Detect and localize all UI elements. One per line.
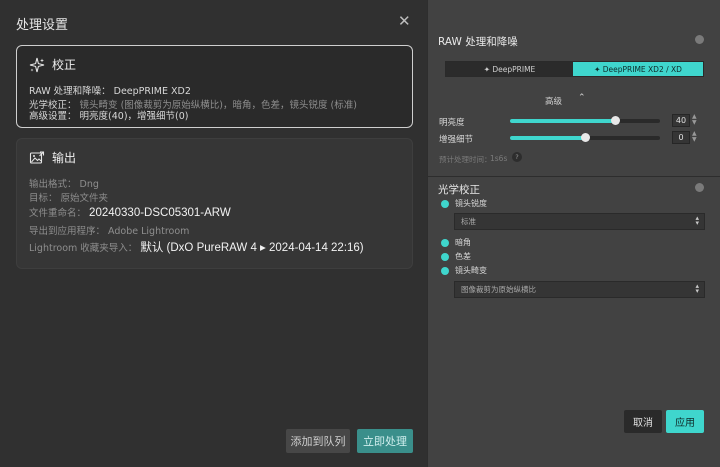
brightness-handle[interactable] [611, 116, 620, 125]
raw-summary-label: RAW 处理和降噪： [29, 86, 111, 97]
raw-toggle-dot[interactable] [695, 35, 704, 44]
rename-label: 文件重命名： [29, 208, 87, 219]
correction-card[interactable]: 校正 RAW 处理和降噪： DeepPRIME XD2 光学校正： 镜头畸变 (… [16, 45, 413, 128]
target-label: 目标： [29, 193, 58, 204]
section-divider [428, 176, 720, 177]
detail-label: 增强细节 [439, 135, 474, 145]
vignetting-check[interactable] [441, 238, 449, 247]
export-app-row: 导出到应用程序： Adobe Lightroom [29, 223, 189, 237]
advanced-toggle-label[interactable]: 高级 [545, 95, 562, 107]
lightroom-value: 默认 (DxO PureRAW 4 ▸ 2024-04-14 22:16) [140, 242, 364, 254]
distortion-selected: 图像裁剪为原始纵横比 [461, 285, 536, 294]
brightness-stepper[interactable]: ▲ ▼ [692, 114, 697, 126]
sparkle-icon [29, 57, 45, 73]
process-now-button[interactable]: 立即处理 [357, 429, 413, 453]
chevron-up-icon[interactable]: ⌃ [578, 93, 586, 103]
optical-toggle-dot[interactable] [695, 183, 704, 192]
denoise-mode-selector[interactable]: ✦ DeepPRIME ✦ DeepPRIME XD2 / XD [445, 61, 704, 77]
rename-row: 文件重命名： 20240330-DSC05301-ARW [29, 205, 231, 219]
detail-stepper[interactable]: ▲ ▼ [692, 131, 697, 143]
mode-deepprime[interactable]: ✦ DeepPRIME [446, 62, 573, 76]
optical-section-title: 光学校正 [438, 184, 480, 196]
distortion-label: 镜头畸变 [455, 266, 487, 275]
detail-fill [510, 136, 585, 140]
estimate-label: 预计处理时间： [439, 155, 492, 164]
advanced-summary-label: 高级设置： [29, 111, 77, 122]
output-card[interactable]: 输出 输出格式： Dng 目标： 原始文件夹 文件重命名： 20240330-D… [16, 138, 413, 269]
correction-title: 校正 [52, 58, 77, 72]
lens-sharpness-selected: 标准 [461, 217, 476, 226]
format-value: Dng [79, 179, 99, 190]
close-icon[interactable]: ✕ [398, 12, 411, 30]
add-to-queue-button[interactable]: 添加到队列 [286, 429, 350, 453]
export-app-value: Adobe Lightroom [108, 226, 190, 237]
lens-sharpness-dropdown[interactable]: 标准 ▴ ▾ [454, 213, 705, 230]
advanced-summary-value: 明亮度(40)，增强细节(0) [79, 111, 189, 122]
cancel-button[interactable]: 取消 [624, 410, 662, 433]
raw-section-title: RAW 处理和降噪 [438, 36, 518, 48]
distortion-dropdown[interactable]: 图像裁剪为原始纵横比 ▴ ▾ [454, 281, 705, 298]
lens-sharpness-check[interactable] [441, 199, 449, 208]
brightness-label: 明亮度 [439, 118, 465, 128]
vignetting-toggle[interactable]: 暗角 [441, 237, 471, 248]
processing-settings-dialog: 处理设置 ✕ 校正 RAW 处理和降噪： DeepPRIME XD2 光学校正：… [0, 0, 427, 467]
detail-value[interactable]: 0 [672, 131, 690, 144]
settings-panel: RAW 处理和降噪 ✦ DeepPRIME ✦ DeepPRIME XD2 / … [428, 0, 720, 467]
distortion-toggle[interactable]: 镜头畸变 [441, 265, 487, 276]
advanced-summary: 高级设置： 明亮度(40)，增强细节(0) [29, 108, 189, 122]
detail-slider[interactable] [510, 133, 660, 142]
brightness-value[interactable]: 40 [672, 114, 690, 127]
target-value: 原始文件夹 [60, 193, 109, 204]
lightroom-row: Lightroom 收藏夹导入： 默认 (DxO PureRAW 4 ▸ 202… [29, 239, 364, 255]
raw-summary-value: DeepPRIME XD2 [113, 86, 191, 97]
mode-deepprime-xd2[interactable]: ✦ DeepPRIME XD2 / XD [573, 62, 703, 76]
lens-sharpness-toggle[interactable]: 镜头锐度 [441, 198, 487, 209]
dialog-title: 处理设置 [16, 18, 69, 33]
help-icon[interactable]: ? [512, 152, 522, 162]
image-export-icon [29, 150, 45, 166]
vignetting-label: 暗角 [455, 238, 471, 247]
format-label: 输出格式： [29, 179, 77, 190]
dropdown-arrow-icon: ▴ ▾ [695, 282, 699, 295]
chromatic-check[interactable] [441, 252, 449, 261]
raw-summary: RAW 处理和降噪： DeepPRIME XD2 [29, 83, 191, 97]
chromatic-label: 色差 [455, 252, 471, 261]
distortion-check[interactable] [441, 266, 449, 275]
format-row: 输出格式： Dng [29, 176, 99, 190]
lens-sharpness-label: 镜头锐度 [455, 199, 487, 208]
brightness-fill [510, 119, 615, 123]
dropdown-arrow-icon: ▴ ▾ [695, 214, 699, 227]
detail-handle[interactable] [581, 133, 590, 142]
brightness-slider[interactable] [510, 116, 660, 125]
estimate-value: 1s6s [490, 154, 508, 163]
target-row: 目标： 原始文件夹 [29, 190, 108, 204]
output-title: 输出 [52, 151, 77, 165]
apply-button[interactable]: 应用 [666, 410, 704, 433]
rename-value: 20240330-DSC05301-ARW [89, 207, 231, 219]
chromatic-toggle[interactable]: 色差 [441, 251, 471, 262]
export-app-label: 导出到应用程序： [29, 226, 106, 237]
lightroom-label: Lightroom 收藏夹导入： [29, 243, 138, 254]
